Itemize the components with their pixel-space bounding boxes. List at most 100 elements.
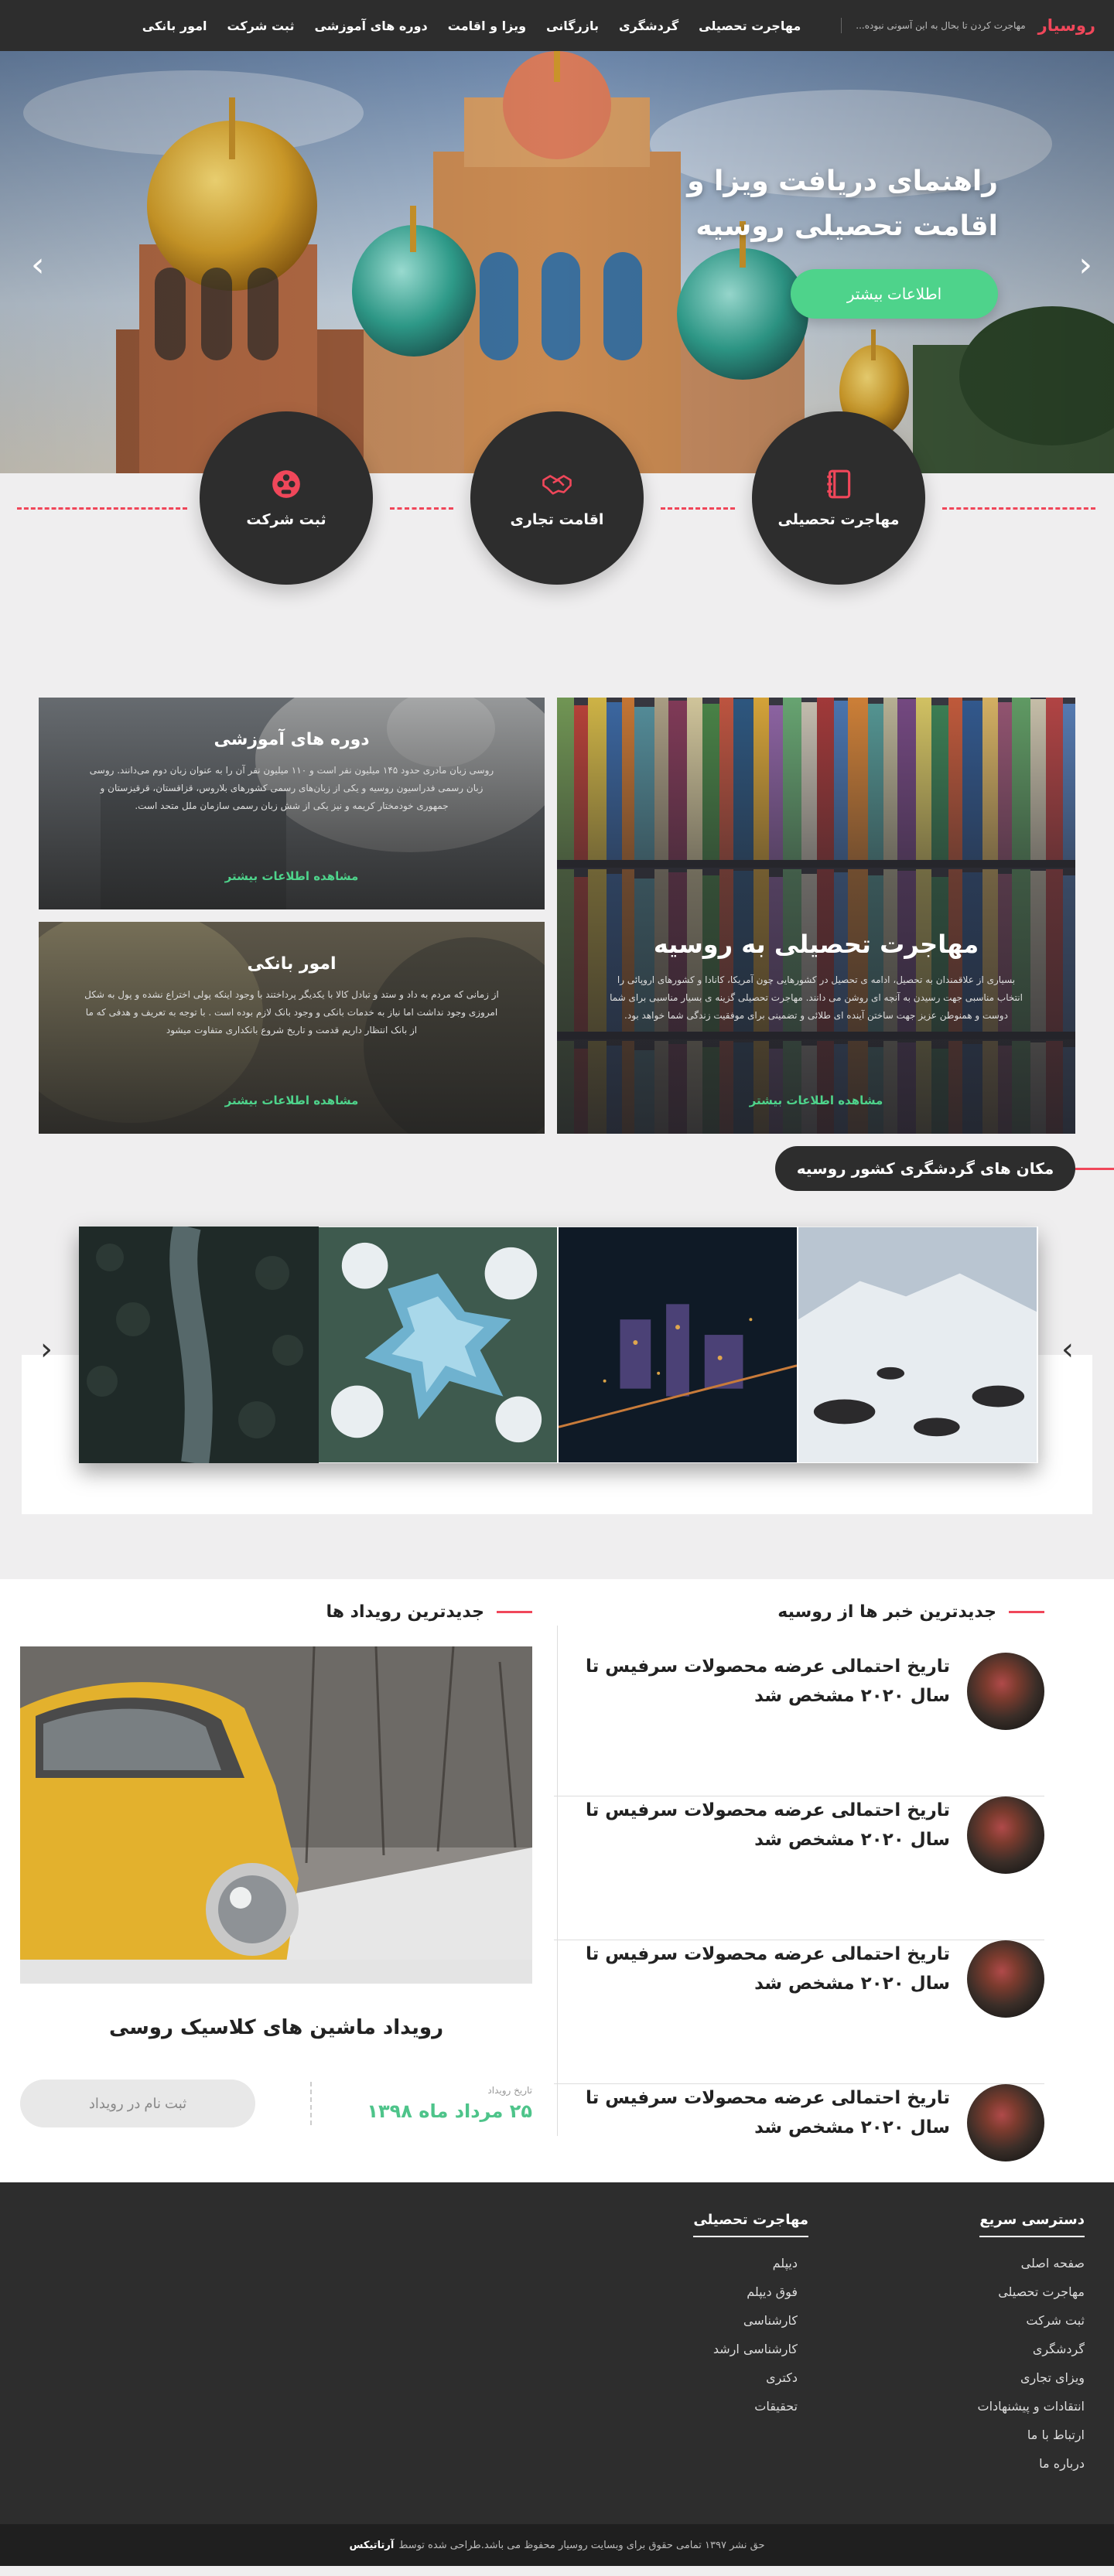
footer-link[interactable]: کارشناسی	[693, 2313, 798, 2328]
column-divider	[557, 1626, 558, 2136]
card-more-link[interactable]: مشاهده اطلاعات بیشتر	[39, 1094, 545, 1107]
company-icon	[272, 470, 300, 498]
dashed-line	[390, 507, 453, 510]
designer-link[interactable]: آرتاتیکس	[350, 2540, 395, 2551]
tourism-section: مکان های گردشگری کشور روسیه › ‹	[0, 1146, 1114, 1579]
hero-cathedral-image	[0, 51, 1114, 473]
card-title: مهاجرت تحصیلی به روسیه	[653, 930, 979, 959]
event-divider	[310, 2082, 313, 2125]
dashed-line	[661, 507, 735, 510]
news-heading-text: جدیدترین خبر ها از روسیه	[777, 1602, 996, 1622]
card-body: مهاجرت تحصیلی به روسیه بسیاری از علاقمند…	[588, 930, 1044, 1024]
card-text: بسیاری از علاقمندان به تحصیل، ادامه ی تح…	[610, 974, 1023, 1021]
footer-link[interactable]: کارشناسی ارشد	[693, 2342, 798, 2356]
footer-link[interactable]: دکتری	[693, 2370, 798, 2385]
footer-link[interactable]: ویزای تجاری	[978, 2370, 1085, 2385]
card-more-link[interactable]: مشاهده اطلاعات بیشتر	[39, 869, 545, 883]
news-heading: جدیدترین خبر ها از روسیه	[554, 1602, 1044, 1622]
hero-title: راهنمای دریافت ویزا و اقامت تحصیلی روسیه	[687, 165, 998, 242]
card-body: امور بانکی از زمانی که مردم به داد و ستد…	[70, 954, 514, 1039]
footer-quick-links: دسترسی سریع صفحه اصلی مهاجرت تحصیلی ثبت …	[978, 2212, 1085, 2485]
tourism-gallery	[79, 1227, 1038, 1463]
event-title: رویداد ماشین های کلاسیک روسی	[108, 2016, 444, 2039]
card-more-link[interactable]: مشاهده اطلاعات بیشتر	[557, 1094, 1075, 1107]
news-item-title[interactable]: تاریخ احتمالی عرضه محصولات سرفیس تا سال …	[563, 1940, 950, 1999]
news-item[interactable]: تاریخ احتمالی عرضه محصولات سرفیس تا سال …	[554, 1653, 1044, 1796]
menu-item-courses[interactable]: دوره های آموزشی	[314, 19, 427, 33]
circle-edu-migration[interactable]: مهاجرت تحصیلی	[752, 411, 925, 585]
event-date-block: تاریخ رویداد ۲۵ مرداد ماه ۱۳۹۸	[367, 2085, 532, 2122]
footer-link[interactable]: فوق دیپلم	[693, 2284, 798, 2299]
card-title: امور بانکی	[247, 954, 337, 974]
footer-link[interactable]: تحقیقات	[693, 2399, 798, 2414]
circle-company-registration[interactable]: ثبت شرکت	[200, 411, 373, 585]
hero-more-button[interactable]: اطلاعات بیشتر	[791, 269, 998, 319]
card-courses[interactable]: دوره های آموزشی روسی زبان مادری حدود ۱۴۵…	[39, 698, 545, 909]
gallery-image-frozen-lake[interactable]	[319, 1227, 559, 1463]
news-list: تاریخ احتمالی عرضه محصولات سرفیس تا سال …	[554, 1653, 1044, 2228]
footer-link[interactable]: درباره ما	[978, 2456, 1085, 2471]
hero-prev-arrow-icon[interactable]: ›	[31, 248, 45, 282]
dashed-line	[17, 507, 187, 510]
card-text: روسی زبان مادری حدود ۱۴۵ میلیون نفر است …	[89, 765, 494, 811]
tagline: مهاجرت کردن تا بحال به این آسونی نبوده..…	[856, 20, 1026, 31]
section-accent-line	[1075, 1168, 1114, 1170]
footer-link[interactable]: دیپلم	[693, 2256, 798, 2271]
event-meta: تاریخ رویداد ۲۵ مرداد ماه ۱۳۹۸ ثبت نام د…	[20, 2080, 532, 2127]
event-register-button[interactable]: ثبت نام در رویداد	[20, 2080, 255, 2127]
event-car-image	[20, 1646, 532, 1984]
news-item[interactable]: تاریخ احتمالی عرضه محصولات سرفیس تا سال …	[554, 1796, 1044, 1940]
copyright-text: حق نشر ۱۳۹۷ تمامی حقوق برای وبسایت روسیا…	[398, 2539, 765, 2551]
gallery-image-snow-mountain[interactable]	[798, 1227, 1038, 1463]
notebook-icon	[827, 469, 851, 499]
copyright-bar: حق نشر ۱۳۹۷ تمامی حقوق برای وبسایت روسیا…	[0, 2524, 1114, 2566]
event-date-label: تاریخ رویداد	[487, 2085, 532, 2096]
dashed-line	[942, 507, 1095, 510]
news-thumbnail	[967, 1796, 1044, 1874]
circle-trade-residence[interactable]: اقامت تجاری	[470, 411, 644, 585]
gallery-image-city-night[interactable]	[559, 1227, 798, 1463]
circle-label: مهاجرت تحصیلی	[777, 511, 900, 528]
menu-item-company[interactable]: ثبت شرکت	[227, 19, 294, 33]
hero-next-arrow-icon[interactable]: ‹	[1078, 248, 1092, 282]
card-edu-migration[interactable]: مهاجرت تحصیلی به روسیه بسیاری از علاقمند…	[557, 698, 1075, 1134]
news-item-title[interactable]: تاریخ احتمالی عرضه محصولات سرفیس تا سال …	[563, 2084, 950, 2143]
news-thumbnail	[967, 1940, 1044, 2018]
footer-link[interactable]: مهاجرت تحصیلی	[978, 2284, 1085, 2299]
circle-label: اقامت تجاری	[510, 511, 604, 528]
footer-link[interactable]: ارتباط با ما	[978, 2428, 1085, 2442]
card-text: از زمانی که مردم به داد و ستد و تبادل کا…	[84, 989, 499, 1036]
brand-logo[interactable]: روسیار	[1038, 16, 1095, 35]
footer-edu-links: مهاجرت تحصیلی دیپلم فوق دیپلم کارشناسی ک…	[693, 2212, 808, 2428]
events-heading-text: جدیدترین رویداد ها	[326, 1602, 484, 1622]
menu-item-tourism[interactable]: گردشگری	[619, 19, 678, 33]
gallery-prev-arrow-icon[interactable]: ‹	[40, 1332, 53, 1367]
footer-link[interactable]: انتقادات و پیشنهادات	[978, 2399, 1085, 2414]
menu-item-banking[interactable]: امور بانکی	[142, 19, 207, 33]
footer-link[interactable]: صفحه اصلی	[978, 2256, 1085, 2271]
footer-link[interactable]: گردشگری	[978, 2342, 1085, 2356]
main-menu: مهاجرت تحصیلی گردشگری بازرگانی ویزا و اق…	[142, 19, 801, 33]
handshake-icon	[542, 475, 572, 495]
menu-item-edu-migration[interactable]: مهاجرت تحصیلی	[699, 19, 801, 33]
news-item-title[interactable]: تاریخ احتمالی عرضه محصولات سرفیس تا سال …	[563, 1653, 950, 1711]
card-banking[interactable]: امور بانکی از زمانی که مردم به داد و ستد…	[39, 922, 545, 1134]
footer-quick-title: دسترسی سریع	[979, 2212, 1085, 2237]
gallery-image-forest[interactable]	[79, 1227, 319, 1463]
footer-link[interactable]: ثبت شرکت	[978, 2313, 1085, 2328]
menu-item-visa[interactable]: ویزا و اقامت	[448, 19, 526, 33]
news-item-title[interactable]: تاریخ احتمالی عرضه محصولات سرفیس تا سال …	[563, 1796, 950, 1855]
footer-edu-list: دیپلم فوق دیپلم کارشناسی کارشناسی ارشد د…	[693, 2256, 808, 2414]
nav-divider	[841, 18, 842, 33]
service-circles: مهاجرت تحصیلی اقامت تجاری ثبت شرکت	[0, 411, 1114, 698]
gallery-next-arrow-icon[interactable]: ›	[1061, 1332, 1074, 1367]
circle-label: ثبت شرکت	[246, 511, 326, 528]
card-shade	[557, 698, 1075, 1134]
news-thumbnail	[967, 2084, 1044, 2161]
events-heading: جدیدترین رویداد ها	[20, 1602, 532, 1622]
news-column: جدیدترین خبر ها از روسیه تاریخ احتمالی ع…	[554, 1602, 1044, 2228]
card-body: دوره های آموزشی روسی زبان مادری حدود ۱۴۵…	[70, 730, 514, 814]
news-item[interactable]: تاریخ احتمالی عرضه محصولات سرفیس تا سال …	[554, 1940, 1044, 2084]
menu-item-commerce[interactable]: بازرگانی	[546, 19, 599, 33]
news-events-section: جدیدترین خبر ها از روسیه تاریخ احتمالی ع…	[0, 1579, 1114, 2182]
